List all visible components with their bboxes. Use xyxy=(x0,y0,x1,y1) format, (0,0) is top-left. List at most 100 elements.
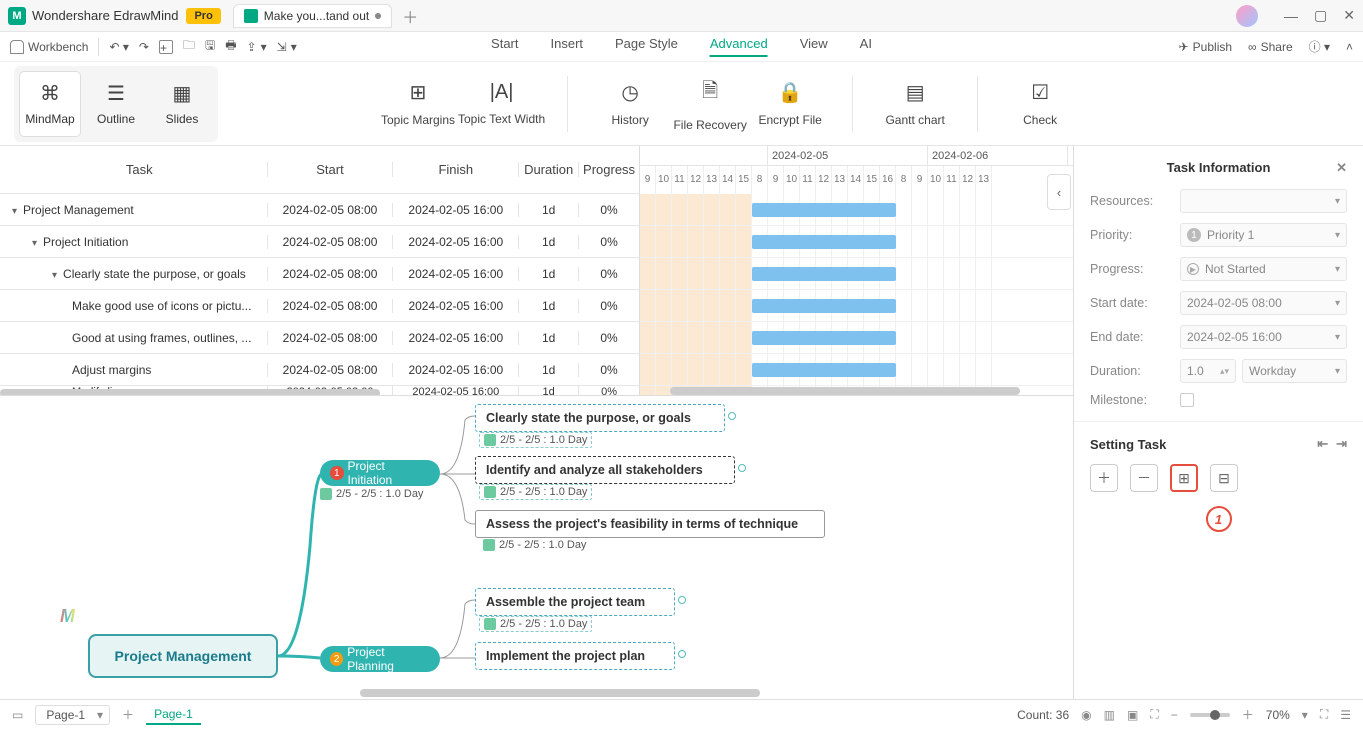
topic-text-width-button[interactable]: |A|Topic Text Width xyxy=(458,81,545,126)
timeline-hscroll[interactable] xyxy=(670,387,1020,395)
gantt-bar[interactable] xyxy=(752,331,896,345)
leaf-node-implement[interactable]: Implement the project plan xyxy=(475,642,675,670)
panel-close-button[interactable]: ✕ xyxy=(1336,160,1347,176)
leaf-node-feasibility[interactable]: Assess the project's feasibility in term… xyxy=(475,510,825,538)
enddate-field[interactable]: 2024-02-05 16:00▾ xyxy=(1180,325,1347,349)
mindmap-canvas[interactable]: M Project Management 1Project Initiation… xyxy=(0,396,1073,699)
tab-view[interactable]: View xyxy=(800,36,828,57)
fit-width-icon[interactable]: ⛶ xyxy=(1150,707,1158,722)
split-view-icon[interactable]: ▥ xyxy=(1104,708,1115,722)
node-handle-icon[interactable] xyxy=(678,650,686,658)
page-tab-active[interactable]: Page-1 xyxy=(146,705,201,725)
table-row[interactable]: ▾Project Initiation 2024-02-05 08:002024… xyxy=(0,226,639,258)
workbench-button[interactable]: Workbench xyxy=(10,40,88,54)
help-button[interactable]: ⓘ ▾ xyxy=(1309,38,1330,55)
undo-button[interactable]: ↶ ▾ xyxy=(109,40,128,54)
startdate-field[interactable]: 2024-02-05 08:00▾ xyxy=(1180,291,1347,315)
table-row[interactable]: ▾Project Management 2024-02-05 08:002024… xyxy=(0,194,639,226)
minimize-button[interactable]: — xyxy=(1284,8,1298,24)
branch-node-planning[interactable]: 2Project Planning xyxy=(320,646,440,672)
branch-node-initiation[interactable]: 1Project Initiation xyxy=(320,460,440,486)
new-tab-button[interactable]: ＋ xyxy=(402,4,418,28)
tab-insert[interactable]: Insert xyxy=(551,36,584,57)
panel-toggle-icon[interactable]: ☰ xyxy=(1340,708,1351,722)
print-button[interactable]: 🖶 xyxy=(225,36,236,57)
status-bar: ▭ Page-1 ＋ Page-1 Count: 36 ◉ ▥ ▣ ⛶ − ＋ … xyxy=(0,699,1363,729)
root-node[interactable]: Project Management xyxy=(88,634,278,678)
maximize-button[interactable]: ▢ xyxy=(1314,7,1327,24)
view-outline-button[interactable]: ☰Outline xyxy=(86,72,146,136)
add-page-button[interactable]: ＋ xyxy=(122,706,134,723)
duration-value-field[interactable]: 1.0▴▾ xyxy=(1180,359,1236,383)
timeline[interactable]: ‹ 2024-02-05 2024-02-06 9101112131415891… xyxy=(640,146,1073,395)
node-handle-icon[interactable] xyxy=(738,464,746,472)
zoom-in-button[interactable]: ＋ xyxy=(1242,706,1254,723)
export-button[interactable]: ⇪▾ xyxy=(247,40,267,54)
add-subtask-button[interactable]: ⊞ xyxy=(1170,464,1198,492)
resources-field[interactable]: ▾ xyxy=(1180,189,1347,213)
globe-icon[interactable]: ◉ xyxy=(1081,708,1091,722)
add-task-button[interactable]: ＋ xyxy=(1090,464,1118,492)
fullscreen-icon[interactable]: ⛶ xyxy=(1320,707,1328,722)
gantt-area: Task Start Finish Duration Progress ▾Pro… xyxy=(0,146,1073,699)
gantt-bar[interactable] xyxy=(752,235,896,249)
check-button[interactable]: ☑Check xyxy=(1000,80,1080,127)
priority-field[interactable]: 1Priority 1▾ xyxy=(1180,223,1347,247)
remove-task-button[interactable]: － xyxy=(1130,464,1158,492)
encrypt-file-button[interactable]: 🔒Encrypt File xyxy=(750,80,830,127)
collapse-ribbon-button[interactable]: ˄ xyxy=(1346,40,1353,54)
leaf-node-stakeholders[interactable]: Identify and analyze all stakeholders xyxy=(475,456,735,484)
leaf-node-team[interactable]: Assemble the project team xyxy=(475,588,675,616)
page-list-icon[interactable]: ▭ xyxy=(12,708,23,722)
view-mindmap-button[interactable]: ⌘MindMap xyxy=(20,72,80,136)
progress-field[interactable]: ▶Not Started▾ xyxy=(1180,257,1347,281)
gantt-chart-button[interactable]: ▤Gantt chart xyxy=(875,80,955,127)
gantt-bar[interactable] xyxy=(752,203,896,217)
publish-button[interactable]: ✈Publish xyxy=(1179,40,1232,54)
table-row[interactable]: Make good use of icons or pictu... 2024-… xyxy=(0,290,639,322)
redo-button[interactable]: ↷ xyxy=(139,40,149,54)
outdent-icon[interactable]: ⇥ xyxy=(1336,436,1347,452)
tab-start[interactable]: Start xyxy=(491,36,518,57)
zoom-slider[interactable] xyxy=(1190,713,1230,717)
priority-circle-icon: 1 xyxy=(1187,228,1201,242)
zoom-out-button[interactable]: − xyxy=(1171,708,1178,722)
menu-tabs: Start Insert Page Style Advanced View AI xyxy=(491,36,872,57)
tab-ai[interactable]: AI xyxy=(860,36,872,57)
col-progress-header: Progress xyxy=(579,162,639,177)
import-button[interactable]: ⇲▾ xyxy=(277,40,297,54)
save-button[interactable]: 🖫 xyxy=(205,36,215,57)
topic-margins-button[interactable]: ⊞Topic Margins xyxy=(378,80,458,127)
gantt-bar[interactable] xyxy=(752,299,896,313)
table-row[interactable]: Adjust margins 2024-02-05 08:002024-02-0… xyxy=(0,354,639,386)
table-row[interactable]: Good at using frames, outlines, ... 2024… xyxy=(0,322,639,354)
node-handle-icon[interactable] xyxy=(728,412,736,420)
user-avatar[interactable] xyxy=(1236,5,1258,27)
view-slides-button[interactable]: ▦Slides xyxy=(152,72,212,136)
duration-unit-field[interactable]: Workday▾ xyxy=(1242,359,1347,383)
canvas-hscroll[interactable] xyxy=(360,689,760,697)
remove-subtask-button[interactable]: ⊟ xyxy=(1210,464,1238,492)
tab-advanced[interactable]: Advanced xyxy=(710,36,768,57)
node-handle-icon[interactable] xyxy=(678,596,686,604)
leaf-node-goals[interactable]: Clearly state the purpose, or goals xyxy=(475,404,725,432)
share-icon: ∞ xyxy=(1248,40,1257,54)
task-hscroll[interactable] xyxy=(0,389,380,396)
unsaved-indicator-icon xyxy=(375,13,381,19)
page-selector[interactable]: Page-1 xyxy=(35,705,110,725)
document-tab[interactable]: Make you...tand out xyxy=(233,4,392,28)
share-button[interactable]: ∞Share xyxy=(1248,40,1293,54)
gantt-bar[interactable] xyxy=(752,267,896,281)
open-button[interactable]: 🗀 xyxy=(183,36,195,57)
history-button[interactable]: ◷History xyxy=(590,80,670,127)
collapse-timeline-button[interactable]: ‹ xyxy=(1047,174,1071,210)
milestone-checkbox[interactable] xyxy=(1180,393,1194,407)
file-recovery-button[interactable]: 🗎File Recovery xyxy=(670,76,750,132)
indent-icon[interactable]: ⇤ xyxy=(1317,436,1328,452)
close-button[interactable]: ✕ xyxy=(1343,7,1355,24)
gantt-bar[interactable] xyxy=(752,363,896,377)
tab-pagestyle[interactable]: Page Style xyxy=(615,36,678,57)
table-row[interactable]: ▾Clearly state the purpose, or goals 202… xyxy=(0,258,639,290)
new-button[interactable]: + xyxy=(159,40,173,54)
fit-page-icon[interactable]: ▣ xyxy=(1127,708,1138,722)
